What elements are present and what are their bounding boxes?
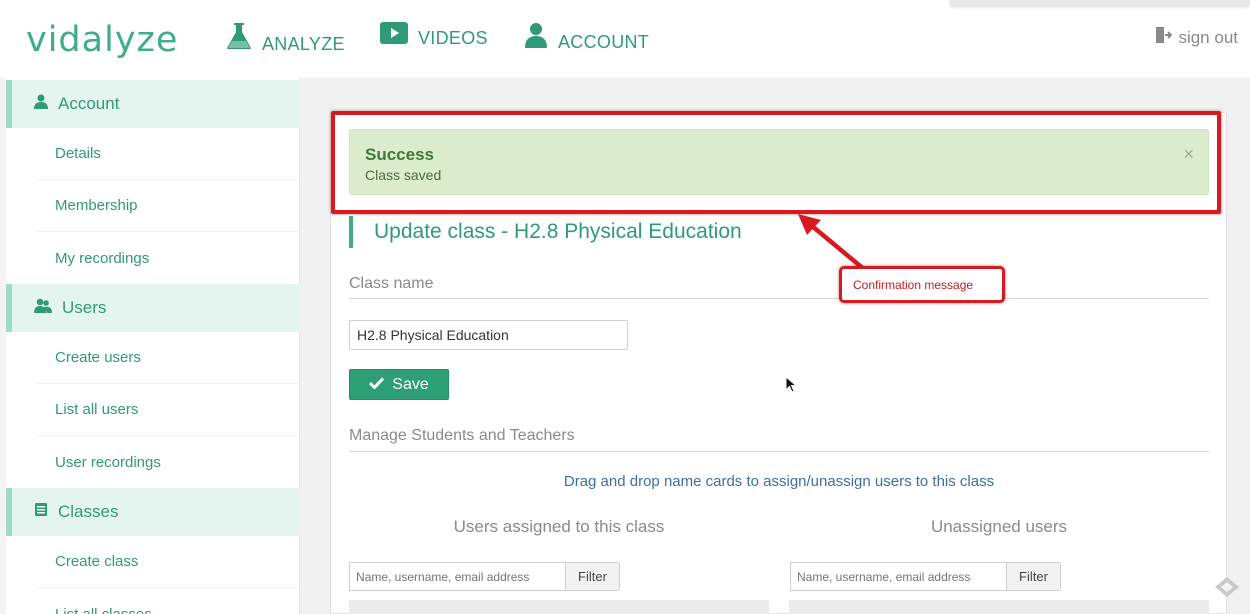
divider xyxy=(349,298,1209,299)
sidebar-item-label: My recordings xyxy=(55,249,150,267)
assigned-filter-button[interactable]: Filter xyxy=(565,562,620,591)
user-icon xyxy=(524,22,548,53)
assigned-search-input[interactable] xyxy=(349,562,565,591)
sign-out-icon xyxy=(1156,26,1173,49)
nav-videos-label: VIDEOS xyxy=(418,28,488,48)
check-icon xyxy=(369,376,385,394)
video-icon xyxy=(380,22,408,49)
save-button-label: Save xyxy=(392,375,429,393)
flask-icon xyxy=(226,22,252,55)
vidalyze-logo[interactable]: vidalyze xyxy=(26,20,178,60)
unassigned-filter-group: Filter xyxy=(790,562,1061,591)
mouse-cursor-icon xyxy=(785,376,797,393)
class-name-input[interactable] xyxy=(349,320,628,350)
divider xyxy=(349,451,1209,452)
sidebar-item-membership[interactable]: Membership xyxy=(36,180,298,232)
page-title: Update class - H2.8 Physical Education xyxy=(349,216,742,248)
nav-videos[interactable]: VIDEOS xyxy=(380,22,488,49)
sidebar-item-label: List all users xyxy=(55,401,139,418)
nav-account-label: ACCOUNT xyxy=(558,32,650,52)
sidebar-section-label: Account xyxy=(58,94,120,113)
user-icon xyxy=(34,94,48,114)
sidebar-item-label: Membership xyxy=(55,197,138,214)
browser-edge xyxy=(950,0,1250,6)
top-navbar: vidalyze ANALYZE VIDEOS ACCOUNT sign out xyxy=(0,0,1250,78)
sidebar-item-list-all-users[interactable]: List all users xyxy=(36,384,298,436)
sidebar-item-label: Details xyxy=(55,145,101,162)
assigned-filter-group: Filter xyxy=(349,562,620,591)
sidebar-section-account[interactable]: Account xyxy=(6,80,300,128)
sidebar-section-label: Users xyxy=(62,298,107,317)
sign-out-label: sign out xyxy=(1178,27,1238,47)
manage-heading: Manage Students and Teachers xyxy=(349,427,575,444)
sidebar-item-create-users[interactable]: Create users xyxy=(36,332,298,384)
book-icon xyxy=(34,502,48,522)
sidebar-section-classes[interactable]: Classes xyxy=(6,488,300,536)
annotation-highlight-box xyxy=(331,111,1221,214)
sign-out-link[interactable]: sign out xyxy=(1156,26,1238,49)
unassigned-users-heading: Unassigned users xyxy=(930,517,1068,536)
sidebar-section-label: Classes xyxy=(58,502,119,521)
users-icon xyxy=(34,298,52,318)
sidebar-item-my-recordings[interactable]: My recordings xyxy=(36,232,298,284)
nav-analyze-label: ANALYZE xyxy=(262,34,345,54)
unassigned-filter-button[interactable]: Filter xyxy=(1006,562,1061,591)
sidebar-item-details[interactable]: Details xyxy=(36,128,298,180)
nav-analyze[interactable]: ANALYZE xyxy=(226,22,345,55)
drag-drop-instruction: Drag and drop name cards to assign/unass… xyxy=(563,473,995,490)
nav-account[interactable]: ACCOUNT xyxy=(524,22,649,53)
sidebar-item-label: User recordings xyxy=(55,453,161,471)
sidebar-item-label: Create users xyxy=(55,349,141,366)
unassigned-users-dropzone[interactable] xyxy=(789,600,1209,614)
sidebar: Account Details Membership My recordings… xyxy=(6,78,300,614)
sidebar-item-user-recordings[interactable]: User recordings xyxy=(36,436,298,488)
sidebar-item-label: List all classes xyxy=(55,605,152,614)
sidebar-item-label: Create class xyxy=(55,553,139,570)
sidebar-item-create-class[interactable]: Create class xyxy=(36,536,298,588)
watermark-icon xyxy=(1215,577,1239,597)
save-button[interactable]: Save xyxy=(349,369,449,400)
assigned-users-dropzone[interactable] xyxy=(349,600,769,614)
assigned-users-heading: Users assigned to this class xyxy=(453,517,665,536)
annotation-callout: Confirmation message xyxy=(839,266,1005,303)
class-name-label: Class name xyxy=(349,275,434,292)
sidebar-item-list-all-classes[interactable]: List all classes xyxy=(36,588,298,614)
sidebar-section-users[interactable]: Users xyxy=(6,284,300,332)
unassigned-search-input[interactable] xyxy=(790,562,1006,591)
